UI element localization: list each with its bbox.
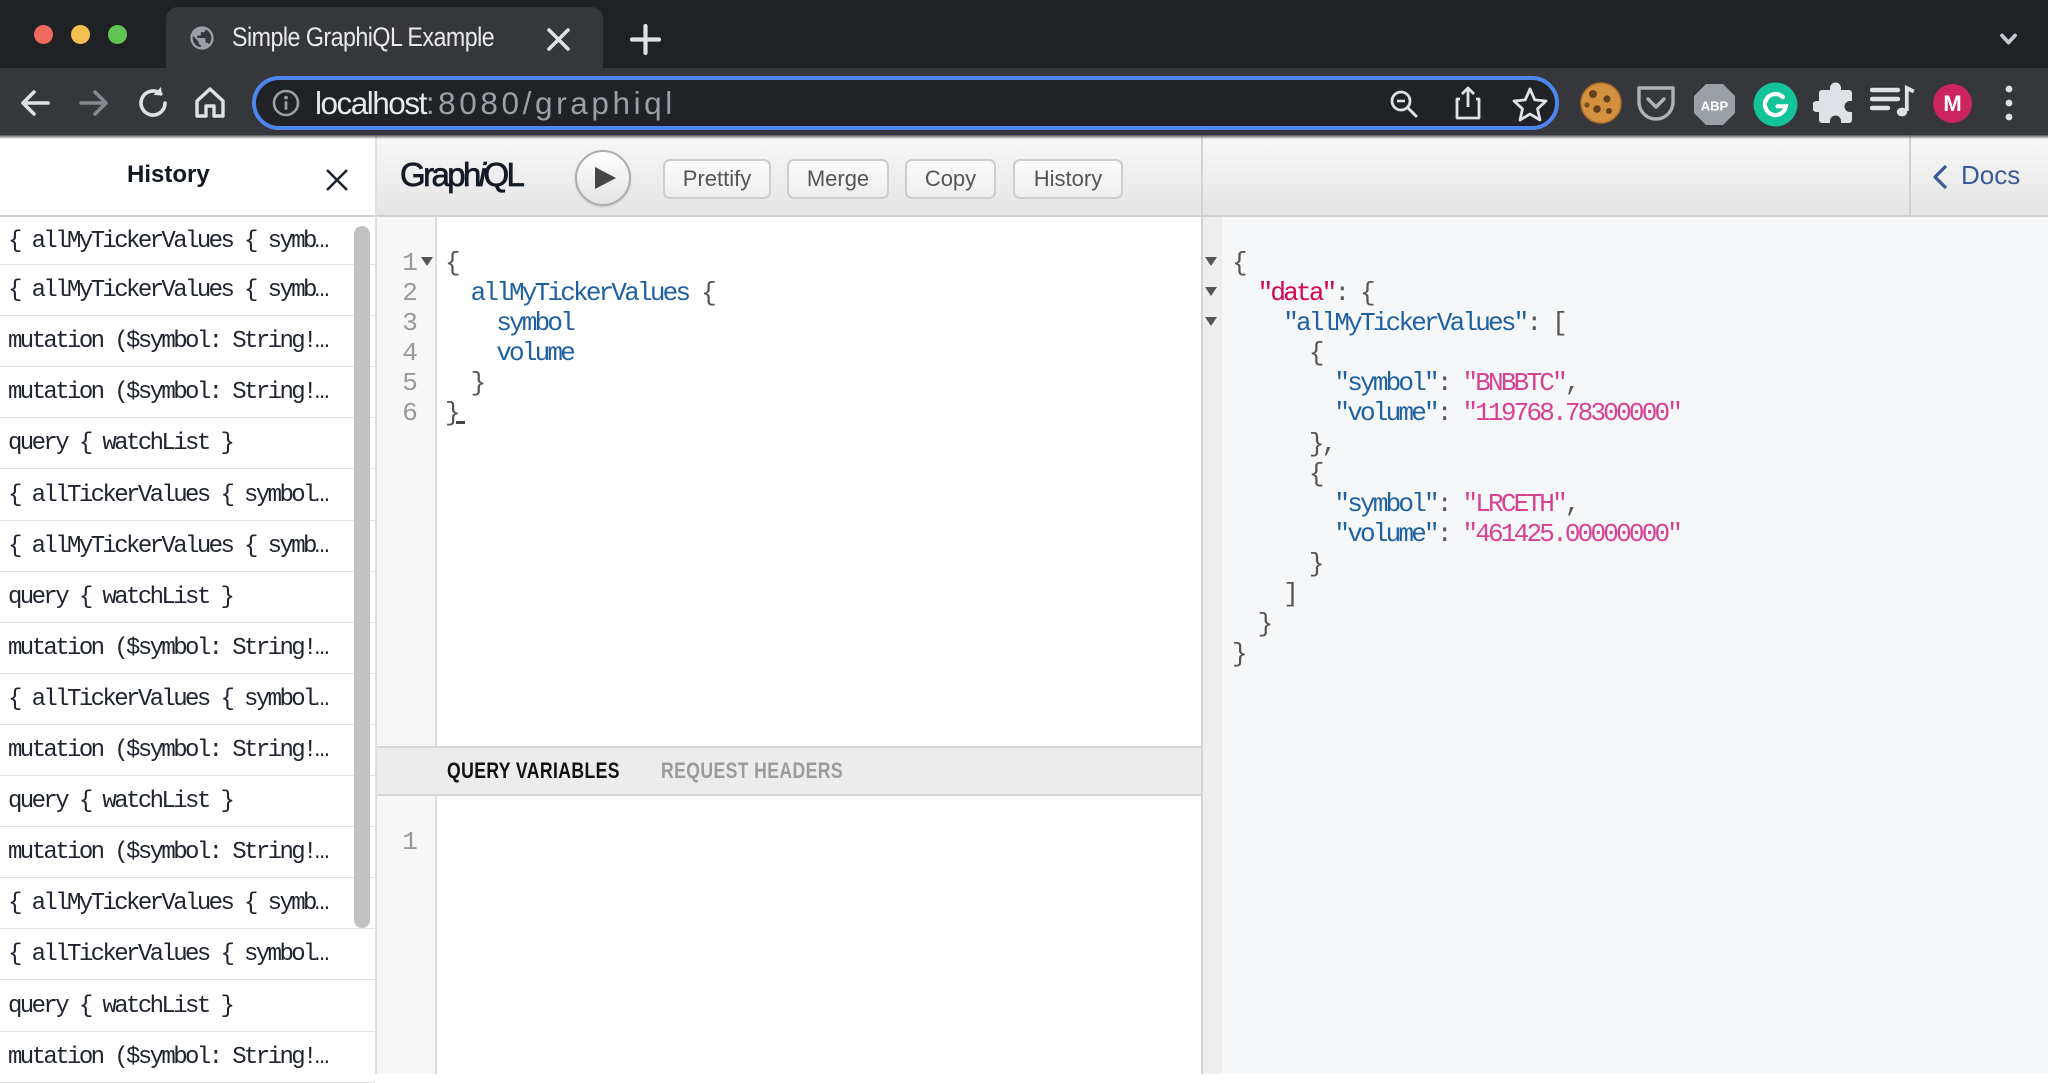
svg-text:ABP: ABP [1701,99,1729,114]
